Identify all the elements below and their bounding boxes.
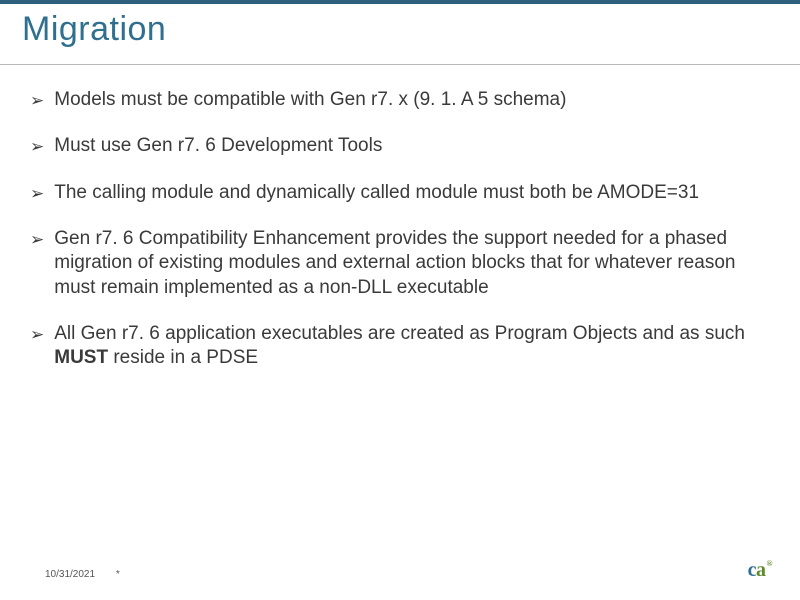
bullet-item: ➢ All Gen r7. 6 application executables …: [30, 322, 770, 371]
chevron-right-icon: ➢: [30, 324, 44, 346]
bullet-item: ➢ Gen r7. 6 Compatibility Enhancement pr…: [30, 227, 770, 300]
footer: 10/31/2021 *: [45, 569, 120, 580]
logo-a: a: [756, 559, 766, 581]
chevron-right-icon: ➢: [30, 229, 44, 251]
bullet-text: Models must be compatible with Gen r7. x…: [54, 88, 770, 112]
bullet-text: Gen r7. 6 Compatibility Enhancement prov…: [54, 227, 770, 300]
bullet-item: ➢ Models must be compatible with Gen r7.…: [30, 88, 770, 112]
slide: Migration ➢ Models must be compatible wi…: [0, 0, 800, 600]
bullet-text: The calling module and dynamically calle…: [54, 181, 770, 205]
title-underline: [0, 64, 800, 65]
bullet-text: Must use Gen r7. 6 Development Tools: [54, 134, 770, 158]
bullet-text: All Gen r7. 6 application executables ar…: [54, 322, 770, 371]
chevron-right-icon: ➢: [30, 90, 44, 112]
bullet-item: ➢ Must use Gen r7. 6 Development Tools: [30, 134, 770, 158]
chevron-right-icon: ➢: [30, 136, 44, 158]
content-area: ➢ Models must be compatible with Gen r7.…: [30, 88, 770, 393]
footer-marker: *: [116, 569, 120, 580]
chevron-right-icon: ➢: [30, 183, 44, 205]
ca-logo: ca®: [748, 559, 772, 582]
registered-icon: ®: [767, 559, 772, 568]
title-top-strip: [0, 0, 800, 4]
footer-date: 10/31/2021: [45, 569, 95, 580]
bullet-item: ➢ The calling module and dynamically cal…: [30, 181, 770, 205]
logo-c: c: [748, 559, 756, 581]
slide-title: Migration: [22, 10, 166, 49]
